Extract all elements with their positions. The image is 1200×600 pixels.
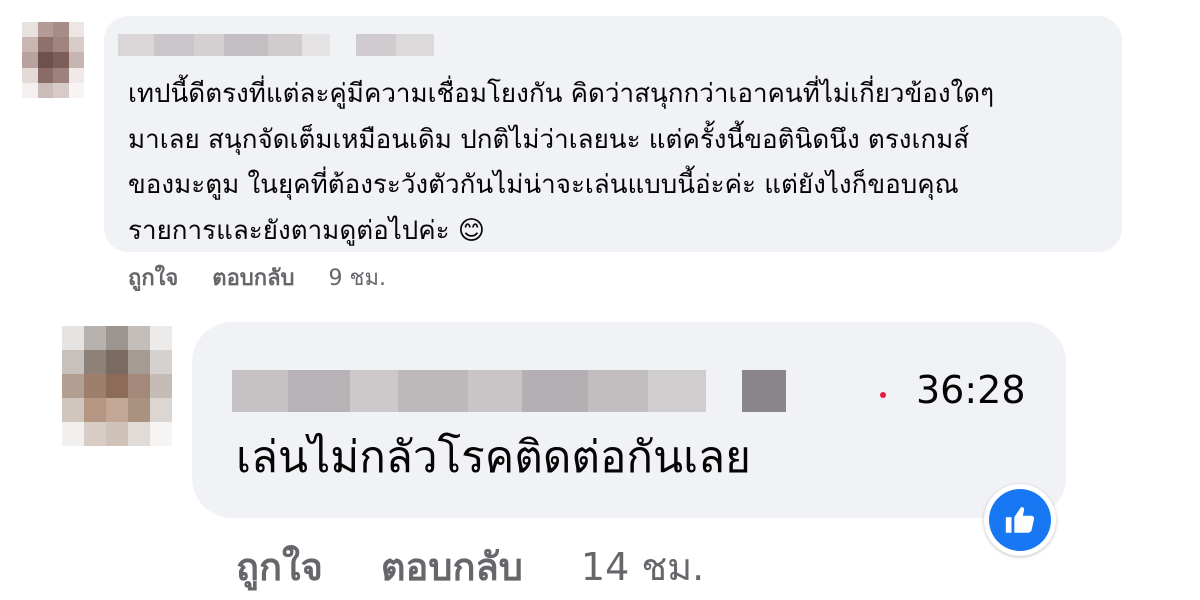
comment-actions: ถูกใจ ตอบกลับ 14 ชม. (236, 536, 704, 597)
reply-button[interactable]: ตอบกลับ (212, 260, 294, 295)
like-button[interactable]: ถูกใจ (236, 536, 323, 597)
comment-text: เทปนี้ดีตรงที่แต่ละคู่มีความเชื่อมโยงกัน… (128, 79, 995, 246)
comment-actions: ถูกใจ ตอบกลับ 9 ชม. (128, 260, 386, 295)
commenter-name-blurred[interactable] (118, 34, 434, 56)
comment-text: เล่นไม่กลัวโรคติดต่อกันเลย (236, 432, 751, 483)
separator-dot (880, 392, 886, 398)
like-button[interactable]: ถูกใจ (128, 260, 178, 295)
reaction-badge[interactable] (984, 484, 1056, 556)
avatar[interactable] (22, 22, 84, 98)
avatar[interactable] (62, 326, 172, 446)
comment-bubble (192, 322, 1066, 518)
comment-timestamp[interactable]: 14 ชม. (581, 536, 704, 597)
comment-timestamp[interactable]: 9 ชม. (329, 260, 386, 295)
reply-button[interactable]: ตอบกลับ (381, 536, 523, 597)
thumbs-up-icon (989, 489, 1051, 551)
media-timestamp[interactable]: 36:28 (916, 368, 1026, 412)
commenter-name-blurred[interactable] (232, 370, 786, 412)
